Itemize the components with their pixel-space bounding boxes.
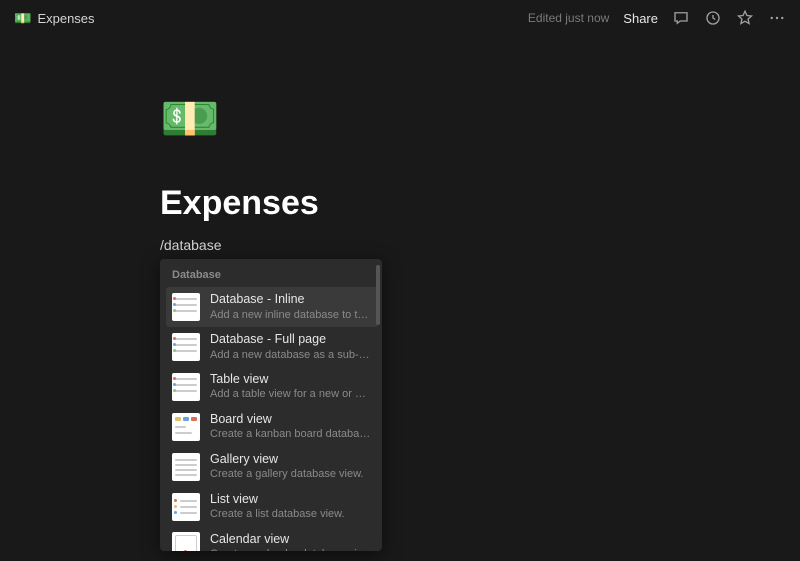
- table-view-icon: [172, 373, 200, 401]
- breadcrumb[interactable]: 💵 Expenses: [14, 11, 95, 26]
- menu-item-desc: Create a calendar database view.: [210, 547, 372, 551]
- list-view-icon: [172, 493, 200, 521]
- comments-icon[interactable]: [672, 9, 690, 27]
- updates-icon[interactable]: [704, 9, 722, 27]
- topbar: 💵 Expenses Edited just now Share: [0, 0, 800, 36]
- menu-item-gallery-view[interactable]: Gallery view Create a gallery database v…: [166, 447, 378, 487]
- menu-item-database-inline[interactable]: Database - Inline Add a new inline datab…: [166, 287, 378, 327]
- menu-item-title: Gallery view: [210, 452, 372, 468]
- menu-item-database-fullpage[interactable]: Database - Full page Add a new database …: [166, 327, 378, 367]
- menu-item-title: Database - Full page: [210, 332, 372, 348]
- page-icon-small: 💵: [14, 11, 31, 25]
- board-view-icon: [172, 413, 200, 441]
- menu-item-table-view[interactable]: Table view Add a table view for a new or…: [166, 367, 378, 407]
- menu-item-title: Table view: [210, 372, 372, 388]
- slash-menu-section-label: Database: [166, 265, 378, 287]
- menu-item-desc: Create a kanban board database view.: [210, 427, 372, 441]
- share-button[interactable]: Share: [623, 11, 658, 26]
- menu-item-list-view[interactable]: List view Create a list database view.: [166, 487, 378, 527]
- slash-menu-scroll: Database Database - Inline Add a new inl…: [160, 259, 382, 551]
- page-content: 💵 Expenses /database Database Database -…: [0, 36, 800, 551]
- database-inline-icon: [172, 293, 200, 321]
- page-title-small: Expenses: [37, 11, 94, 26]
- scrollbar[interactable]: [376, 265, 380, 325]
- page-title[interactable]: Expenses: [160, 184, 640, 223]
- edited-status: Edited just now: [528, 11, 609, 25]
- menu-item-desc: Create a list database view.: [210, 507, 372, 521]
- menu-item-board-view[interactable]: Board view Create a kanban board databas…: [166, 407, 378, 447]
- slash-command-input[interactable]: /database: [160, 237, 640, 253]
- menu-item-desc: Create a gallery database view.: [210, 467, 372, 481]
- more-icon[interactable]: [768, 9, 786, 27]
- menu-item-title: Calendar view: [210, 532, 372, 548]
- menu-item-desc: Add a new inline database to this page.: [210, 308, 372, 322]
- menu-item-desc: Add a new database as a sub-page.: [210, 348, 372, 362]
- calendar-view-icon: [172, 532, 200, 551]
- page-emoji[interactable]: 💵: [160, 96, 640, 144]
- slash-menu: Database Database - Inline Add a new inl…: [160, 259, 382, 551]
- topbar-actions: Edited just now Share: [528, 9, 786, 27]
- menu-item-title: List view: [210, 492, 372, 508]
- favorite-icon[interactable]: [736, 9, 754, 27]
- menu-item-title: Database - Inline: [210, 292, 372, 308]
- gallery-view-icon: [172, 453, 200, 481]
- menu-item-calendar-view[interactable]: Calendar view Create a calendar database…: [166, 527, 378, 551]
- database-fullpage-icon: [172, 333, 200, 361]
- menu-item-title: Board view: [210, 412, 372, 428]
- menu-item-desc: Add a table view for a new or existing .…: [210, 387, 372, 401]
